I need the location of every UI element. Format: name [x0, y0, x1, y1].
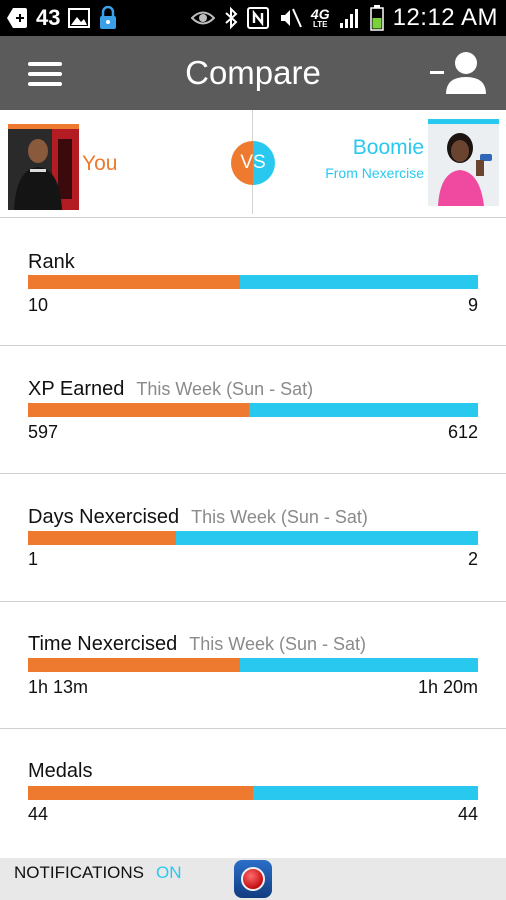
bottom-bar: NOTIFICATIONS ON — [0, 858, 506, 900]
opponent-value: 1h 20m — [417, 677, 478, 697]
my-name: You — [82, 152, 118, 175]
stat-bar — [28, 403, 478, 417]
stat-bar — [28, 531, 478, 545]
stat-bar-my-share — [28, 658, 240, 672]
stat-period: This Week (Sun - Sat) — [189, 634, 367, 654]
stat-bar — [28, 658, 478, 672]
stat-title: Medals — [28, 760, 93, 782]
gallery-icon — [68, 8, 91, 28]
status-left: 43 — [6, 4, 118, 32]
nfc-icon — [246, 7, 269, 29]
stat-time-nexercised: Time Nexercised This Week (Sun - Sat) 1h … — [0, 601, 506, 729]
opponent-name: Boomie — [352, 136, 424, 159]
eye-icon — [190, 10, 215, 26]
stat-bar — [28, 786, 478, 800]
record-icon — [241, 867, 265, 891]
stat-period: This Week (Sun - Sat) — [191, 507, 368, 527]
mute-icon — [278, 7, 302, 29]
avatar-photo — [428, 124, 499, 206]
stat-rank: Rank 10 9 — [0, 218, 506, 346]
stat-bar-my-share — [28, 786, 253, 800]
status-bar: 43 4G LTE 12:12 AM — [0, 0, 506, 36]
my-value: 1 — [28, 549, 39, 569]
versus-header: You VS Boomie From Nexercise — [0, 110, 506, 218]
app-bar: Compare — [0, 36, 506, 110]
add-notification-icon — [6, 7, 28, 29]
stat-label: Medals — [28, 760, 92, 783]
network-sub: LTE — [312, 20, 328, 29]
signal-icon — [339, 7, 361, 29]
avatar-photo — [8, 129, 79, 210]
stat-bar — [28, 275, 478, 289]
status-right: 4G LTE 12:12 AM — [190, 4, 498, 32]
stat-bar-my-share — [28, 531, 177, 545]
network-label: 4G — [310, 6, 330, 22]
clock: 12:12 AM — [392, 4, 498, 31]
stat-bar-my-share — [28, 403, 249, 417]
my-value: 1h 13m — [28, 677, 89, 697]
notifications-toggle[interactable]: ON — [156, 863, 182, 883]
battery-icon — [369, 5, 384, 31]
stat-label: Time Nexercised This Week (Sun - Sat) — [28, 633, 366, 656]
opponent-subtitle: From Nexercise — [325, 165, 424, 181]
stat-bar-my-share — [28, 275, 240, 289]
opponent-value: 612 — [447, 422, 478, 442]
stat-period: This Week (Sun - Sat) — [136, 379, 314, 399]
stat-title: Time Nexercised — [28, 633, 178, 655]
bluetooth-icon — [224, 6, 238, 30]
opponent-avatar[interactable] — [428, 119, 499, 206]
remove-friend-button[interactable] — [428, 50, 488, 96]
notification-count: 43 — [36, 5, 61, 30]
my-value: 10 — [28, 295, 49, 315]
vs-label: VS — [240, 152, 266, 173]
stat-title: Rank — [28, 251, 75, 273]
lock-icon — [98, 6, 118, 30]
stat-label: Rank — [28, 251, 75, 274]
opponent-value: 44 — [457, 804, 478, 824]
stat-medals: Medals 44 44 — [0, 729, 506, 857]
my-avatar[interactable] — [8, 124, 79, 210]
record-button[interactable] — [234, 860, 272, 898]
opponent-value: 9 — [467, 295, 478, 315]
stat-label: Days Nexercised This Week (Sun - Sat) — [28, 506, 368, 529]
stat-title: XP Earned — [28, 378, 125, 400]
notifications-label: NOTIFICATIONS — [14, 863, 145, 882]
my-value: 44 — [28, 804, 49, 824]
stat-days-nexercised: Days Nexercised This Week (Sun - Sat) 1 2 — [0, 474, 506, 602]
opponent-value: 2 — [467, 549, 478, 569]
stat-title: Days Nexercised — [28, 506, 180, 528]
stat-label: XP Earned This Week (Sun - Sat) — [28, 378, 313, 401]
network-type-icon: 4G LTE — [311, 7, 330, 29]
stat-xp-earned: XP Earned This Week (Sun - Sat) 597 612 — [0, 346, 506, 474]
my-value: 597 — [28, 422, 59, 442]
vs-badge: VS — [231, 141, 275, 185]
remove-user-icon — [430, 52, 486, 94]
